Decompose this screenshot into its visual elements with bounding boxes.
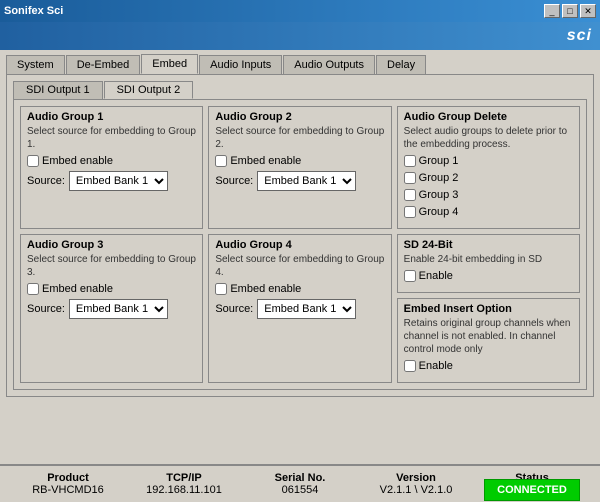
audio-group-3-embed-checkbox[interactable] bbox=[27, 283, 39, 295]
status-tcpip: TCP/IP 192.168.11.101 bbox=[126, 472, 242, 496]
audio-group-3-source-row: Source: Embed Bank 1 Embed Bank 2 AES In… bbox=[27, 299, 196, 319]
audio-group-delete-title: Audio Group Delete bbox=[404, 111, 573, 123]
tab-system[interactable]: System bbox=[6, 55, 65, 74]
status-serial: Serial No. 061554 bbox=[242, 472, 358, 496]
status-tcpip-label: TCP/IP bbox=[126, 472, 242, 484]
maximize-button[interactable]: □ bbox=[562, 4, 578, 18]
status-connected-badge: CONNECTED bbox=[484, 479, 580, 501]
audio-group-2-embed-row: Embed enable bbox=[215, 155, 384, 167]
audio-group-1-title: Audio Group 1 bbox=[27, 111, 196, 123]
delete-checkboxes: Group 1 Group 2 Group 3 bbox=[404, 155, 573, 222]
status-version-label: Version bbox=[358, 472, 474, 484]
status-connection: Status CONNECTED bbox=[474, 472, 590, 496]
audio-group-3-source-label: Source: bbox=[27, 303, 65, 315]
audio-group-4-source-select[interactable]: Embed Bank 1 Embed Bank 2 AES Input Anal… bbox=[257, 299, 356, 319]
audio-group-4-title: Audio Group 4 bbox=[215, 239, 384, 251]
audio-group-4-box: Audio Group 4 Select source for embeddin… bbox=[208, 234, 391, 383]
delete-group-4-label: Group 4 bbox=[419, 206, 459, 218]
status-bar: Product RB-VHCMD16 TCP/IP 192.168.11.101… bbox=[0, 464, 600, 502]
tab-delay[interactable]: Delay bbox=[376, 55, 426, 74]
minimize-button[interactable]: _ bbox=[544, 4, 560, 18]
audio-group-2-desc: Select source for embedding to Group 2. bbox=[215, 125, 384, 151]
delete-group-2-row: Group 2 bbox=[404, 172, 573, 184]
delete-group-4-row: Group 4 bbox=[404, 206, 573, 218]
sdi-output-2-content: Audio Group 1 Select source for embeddin… bbox=[13, 99, 587, 390]
audio-group-3-title: Audio Group 3 bbox=[27, 239, 196, 251]
tab-embed[interactable]: Embed bbox=[141, 54, 198, 74]
embed-insert-enable-label: Enable bbox=[419, 360, 453, 372]
embed-insert-enable-row: Enable bbox=[404, 360, 573, 372]
delete-group-3-label: Group 3 bbox=[419, 189, 459, 201]
status-serial-value: 061554 bbox=[242, 484, 358, 496]
main-content: System De-Embed Embed Audio Inputs Audio… bbox=[0, 50, 600, 401]
main-tab-bar: System De-Embed Embed Audio Inputs Audio… bbox=[6, 54, 594, 74]
sd-24bit-enable-row: Enable bbox=[404, 270, 573, 282]
delete-group-3-row: Group 3 bbox=[404, 189, 573, 201]
delete-group-4-checkbox[interactable] bbox=[404, 206, 416, 218]
audio-group-2-source-select[interactable]: Embed Bank 1 Embed Bank 2 AES Input Anal… bbox=[257, 171, 356, 191]
status-product: Product RB-VHCMD16 bbox=[10, 472, 126, 496]
status-serial-label: Serial No. bbox=[242, 472, 358, 484]
audio-group-delete-desc: Select audio groups to delete prior to t… bbox=[404, 125, 573, 151]
status-version: Version V2.1.1 \ V2.1.0 bbox=[358, 472, 474, 496]
sd-24bit-title: SD 24-Bit bbox=[404, 239, 573, 251]
tab-audio-outputs[interactable]: Audio Outputs bbox=[283, 55, 375, 74]
audio-group-2-embed-checkbox[interactable] bbox=[215, 155, 227, 167]
logo-bar: sci bbox=[0, 22, 600, 50]
audio-group-2-source-row: Source: Embed Bank 1 Embed Bank 2 AES In… bbox=[215, 171, 384, 191]
audio-group-1-source-label: Source: bbox=[27, 175, 65, 187]
delete-group-1-checkbox[interactable] bbox=[404, 155, 416, 167]
embed-insert-box: Embed Insert Option Retains original gro… bbox=[397, 298, 580, 383]
status-tcpip-value: 192.168.11.101 bbox=[126, 484, 242, 496]
tab-de-embed[interactable]: De-Embed bbox=[66, 55, 141, 74]
audio-group-1-embed-checkbox[interactable] bbox=[27, 155, 39, 167]
delete-group-3-checkbox[interactable] bbox=[404, 189, 416, 201]
close-button[interactable]: ✕ bbox=[580, 4, 596, 18]
audio-group-4-embed-checkbox[interactable] bbox=[215, 283, 227, 295]
delete-group-1-label: Group 1 bbox=[419, 155, 459, 167]
audio-group-2-title: Audio Group 2 bbox=[215, 111, 384, 123]
embed-insert-title: Embed Insert Option bbox=[404, 303, 573, 315]
audio-group-1-embed-label: Embed enable bbox=[42, 155, 113, 167]
sd-24bit-box: SD 24-Bit Enable 24-bit embedding in SD … bbox=[397, 234, 580, 293]
audio-group-1-box: Audio Group 1 Select source for embeddin… bbox=[20, 106, 203, 229]
audio-group-delete-box: Audio Group Delete Select audio groups t… bbox=[397, 106, 580, 229]
delete-group-1-row: Group 1 bbox=[404, 155, 573, 167]
audio-group-1-desc: Select source for embedding to Group 1. bbox=[27, 125, 196, 151]
audio-group-3-embed-row: Embed enable bbox=[27, 283, 196, 295]
audio-group-2-source-label: Source: bbox=[215, 175, 253, 187]
tab-audio-inputs[interactable]: Audio Inputs bbox=[199, 55, 282, 74]
audio-group-4-embed-row: Embed enable bbox=[215, 283, 384, 295]
delete-group-2-checkbox[interactable] bbox=[404, 172, 416, 184]
audio-group-3-embed-label: Embed enable bbox=[42, 283, 113, 295]
audio-group-1-source-select[interactable]: Embed Bank 1 Embed Bank 2 AES Input Anal… bbox=[69, 171, 168, 191]
audio-group-4-source-row: Source: Embed Bank 1 Embed Bank 2 AES In… bbox=[215, 299, 384, 319]
audio-group-4-desc: Select source for embedding to Group 4. bbox=[215, 253, 384, 279]
audio-group-2-box: Audio Group 2 Select source for embeddin… bbox=[208, 106, 391, 229]
audio-group-3-box: Audio Group 3 Select source for embeddin… bbox=[20, 234, 203, 383]
sdi-output-1-tab[interactable]: SDI Output 1 bbox=[13, 81, 103, 99]
window-title: Sonifex Sci bbox=[4, 5, 63, 17]
sd-24bit-desc: Enable 24-bit embedding in SD bbox=[404, 253, 573, 266]
embed-insert-desc: Retains original group channels when cha… bbox=[404, 317, 573, 356]
embed-panel: SDI Output 1 SDI Output 2 Audio Group 1 … bbox=[6, 74, 594, 397]
status-product-value: RB-VHCMD16 bbox=[10, 484, 126, 496]
audio-group-3-source-select[interactable]: Embed Bank 1 Embed Bank 2 AES Input Anal… bbox=[69, 299, 168, 319]
audio-group-3-desc: Select source for embedding to Group 3. bbox=[27, 253, 196, 279]
embed-insert-enable-checkbox[interactable] bbox=[404, 360, 416, 372]
status-product-label: Product bbox=[10, 472, 126, 484]
audio-group-4-embed-label: Embed enable bbox=[230, 283, 301, 295]
title-bar: Sonifex Sci _ □ ✕ bbox=[0, 0, 600, 22]
audio-group-4-source-label: Source: bbox=[215, 303, 253, 315]
sd-24bit-enable-checkbox[interactable] bbox=[404, 270, 416, 282]
delete-group-2-label: Group 2 bbox=[419, 172, 459, 184]
sdi-output-2-tab[interactable]: SDI Output 2 bbox=[104, 81, 194, 99]
audio-group-1-source-row: Source: Embed Bank 1 Embed Bank 2 AES In… bbox=[27, 171, 196, 191]
audio-group-2-embed-label: Embed enable bbox=[230, 155, 301, 167]
sd-24bit-enable-label: Enable bbox=[419, 270, 453, 282]
sdi-tab-bar: SDI Output 1 SDI Output 2 bbox=[13, 81, 587, 99]
status-version-value: V2.1.1 \ V2.1.0 bbox=[358, 484, 474, 496]
audio-group-1-embed-row: Embed enable bbox=[27, 155, 196, 167]
logo-text: sci bbox=[567, 27, 592, 45]
